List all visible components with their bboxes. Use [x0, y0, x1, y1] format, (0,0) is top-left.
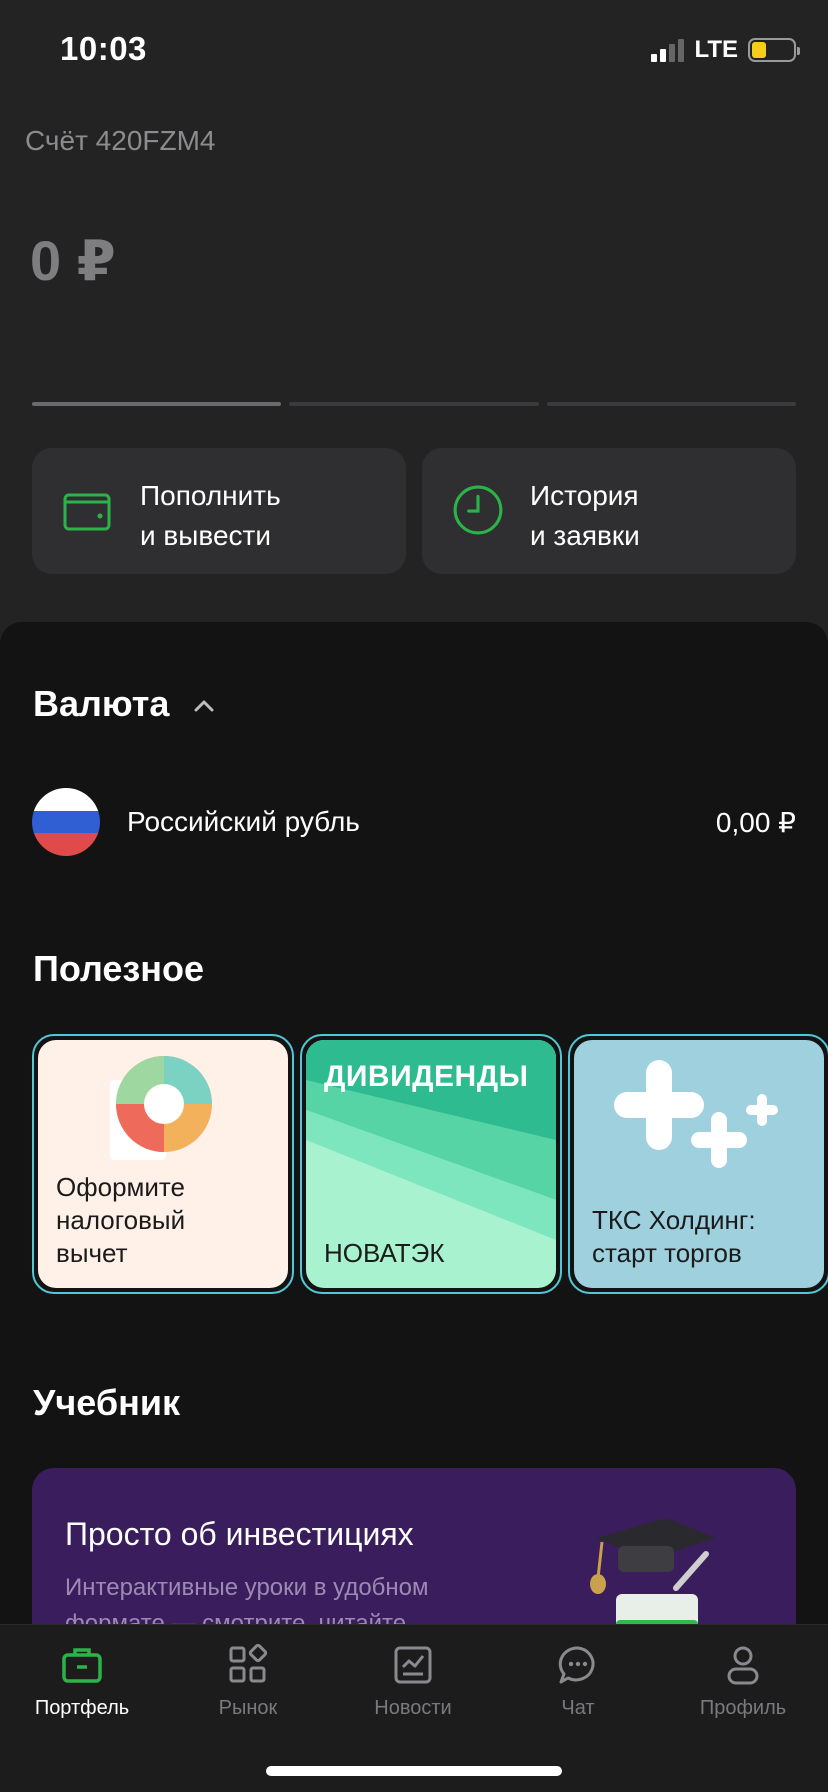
dividends-badge: ДИВИДЕНДЫ — [324, 1060, 529, 1093]
russia-flag-icon — [32, 788, 100, 856]
status-bar: 10:03 LTE — [0, 0, 828, 100]
story-card-tks-holding[interactable]: ТКС Холдинг: старт торгов — [568, 1034, 828, 1294]
briefcase-icon — [62, 1648, 102, 1683]
currency-name: Российский рубль — [127, 806, 360, 837]
portfolio-screen: 10:03 LTE Счёт 420FZM4 0 ₽ Пополнить и в… — [0, 0, 828, 1792]
topup-withdraw-line2: и вывести — [140, 520, 272, 551]
tab-label: Профиль — [699, 1697, 787, 1719]
history-orders-line2: и заявки — [530, 520, 640, 551]
story-card-tax-deduction[interactable]: Оформите налоговый вычет — [32, 1034, 294, 1294]
tab-portfolio[interactable]: Портфель — [7, 1643, 157, 1720]
story-card-text-line: НОВАТЭК — [324, 1238, 445, 1268]
topup-withdraw-label: Пополнить и вывести — [140, 476, 281, 556]
story-card-body: ДИВИДЕНДЫ НОВАТЭК — [306, 1040, 556, 1288]
story-card-text-line: ТКС Холдинг: — [592, 1205, 756, 1235]
tab-chat[interactable]: Чат — [503, 1643, 653, 1720]
chat-icon — [558, 1646, 595, 1684]
story-card-text: Оформите налоговый вычет — [56, 1171, 185, 1270]
story-card-text-line: старт торгов — [592, 1238, 742, 1268]
useful-section-title: Полезное — [33, 948, 205, 989]
signal-icon — [651, 38, 685, 62]
market-grid-icon — [229, 1643, 268, 1683]
story-card-text-line: вычет — [56, 1238, 128, 1268]
tab-market[interactable]: Рынок — [173, 1643, 323, 1720]
currency-section-header[interactable]: Валюта — [33, 683, 215, 725]
story-card-text: НОВАТЭК — [324, 1237, 445, 1270]
status-time: 10:03 — [60, 30, 147, 67]
page-indicator-segment — [289, 402, 539, 406]
history-orders-button[interactable]: История и заявки — [422, 448, 796, 574]
currency-row-rub[interactable]: Российский рубль 0,00 ₽ — [32, 788, 796, 856]
currency-amount: 0,00 ₽ — [715, 807, 796, 838]
battery-icon — [748, 38, 800, 62]
status-indicators: LTE — [651, 36, 800, 64]
story-card-body: ТКС Холдинг: старт торгов — [574, 1040, 824, 1288]
account-number[interactable]: Счёт 420FZM4 — [25, 125, 216, 157]
story-card-text: ТКС Холдинг: старт торгов — [592, 1204, 756, 1270]
topup-withdraw-button[interactable]: Пополнить и вывести — [32, 448, 406, 574]
tab-label: Портфель — [34, 1697, 130, 1719]
home-indicator[interactable] — [266, 1766, 562, 1776]
currency-section-title: Валюта — [33, 683, 170, 724]
plus-icon — [614, 1060, 778, 1168]
story-card-text-line: налоговый — [56, 1205, 186, 1235]
tab-label: Новости — [374, 1697, 452, 1719]
wallet-icon — [63, 493, 111, 531]
story-card-text-line: Оформите — [56, 1172, 186, 1202]
story-card-body: Оформите налоговый вычет — [38, 1040, 288, 1288]
profile-icon — [727, 1646, 759, 1685]
tax-deduction-illustration — [110, 1056, 212, 1160]
news-icon — [394, 1646, 432, 1684]
history-orders-line1: История — [530, 480, 639, 511]
tab-label: Чат — [561, 1697, 595, 1719]
promo-title: Просто об инвестициях — [65, 1516, 414, 1552]
page-indicator-segment — [546, 402, 796, 406]
network-label: LTE — [694, 36, 738, 63]
page-indicator — [32, 402, 796, 406]
account-header: 10:03 LTE Счёт 420FZM4 0 ₽ Пополнить и в… — [0, 0, 828, 640]
tab-profile[interactable]: Профиль — [668, 1643, 818, 1720]
story-card-dividends-novatek[interactable]: ДИВИДЕНДЫ НОВАТЭК — [300, 1034, 562, 1294]
topup-withdraw-line1: Пополнить — [140, 480, 281, 511]
page-indicator-segment — [32, 402, 282, 406]
chevron-up-icon — [194, 700, 214, 712]
account-balance: 0 ₽ — [30, 229, 116, 292]
tab-news[interactable]: Новости — [338, 1643, 488, 1720]
history-orders-label: История и заявки — [530, 476, 640, 556]
tab-label: Рынок — [218, 1697, 278, 1719]
clock-icon — [453, 485, 503, 535]
tutorial-section-title: Учебник — [33, 1382, 180, 1423]
